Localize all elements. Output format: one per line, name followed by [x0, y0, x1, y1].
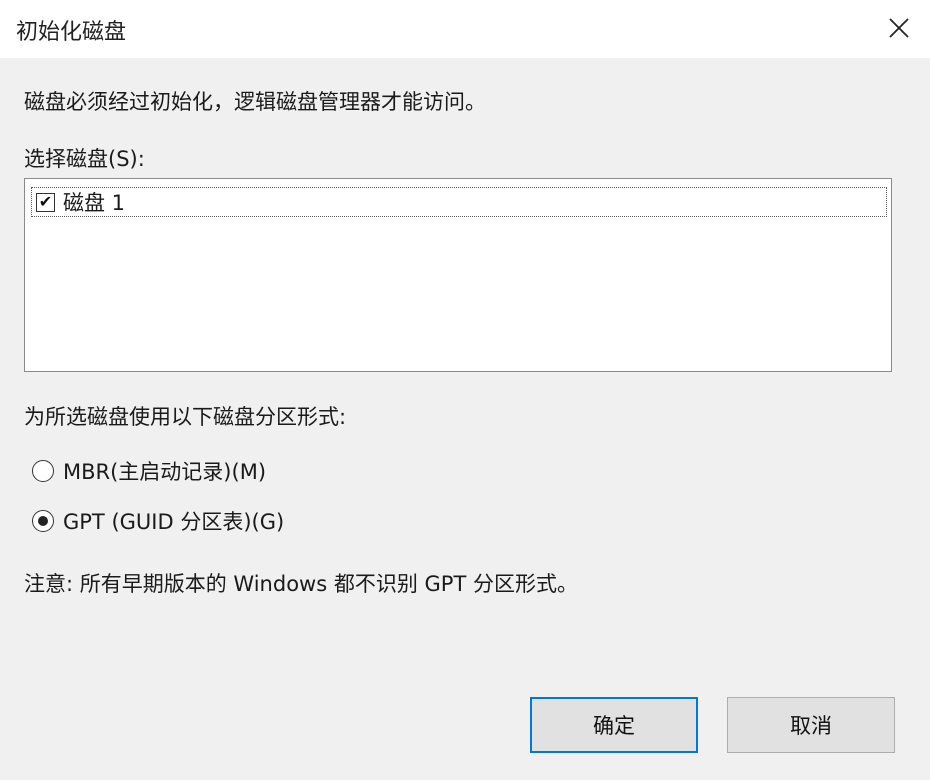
partition-style-label: 为所选磁盘使用以下磁盘分区形式: — [24, 405, 347, 429]
close-icon — [889, 18, 909, 38]
close-button[interactable] — [882, 11, 916, 45]
description-text: 磁盘必须经过初始化，逻辑磁盘管理器才能访问。 — [24, 90, 486, 114]
disk-listbox[interactable]: ✔ 磁盘 1 — [24, 178, 892, 372]
mbr-label: MBR(主启动记录)(M) — [63, 460, 267, 484]
window-title: 初始化磁盘 — [16, 20, 127, 45]
gpt-option[interactable]: GPT (GUID 分区表)(G) — [32, 506, 284, 536]
mbr-option[interactable]: MBR(主启动记录)(M) — [32, 456, 266, 486]
gpt-radio[interactable] — [32, 510, 54, 532]
select-disk-label: 选择磁盘(S): — [24, 147, 145, 171]
title-bar: 初始化磁盘 — [0, 0, 930, 58]
ok-button[interactable]: 确定 — [530, 697, 698, 753]
disk-1-checkbox[interactable]: ✔ — [36, 192, 55, 212]
note-text: 注意: 所有早期版本的 Windows 都不识别 GPT 分区形式。 — [24, 572, 578, 596]
mbr-radio[interactable] — [32, 460, 54, 482]
gpt-label: GPT (GUID 分区表)(G) — [63, 510, 285, 534]
list-item-disk-1[interactable]: ✔ 磁盘 1 — [31, 187, 887, 217]
cancel-button[interactable]: 取消 — [727, 697, 895, 753]
checkmark-icon: ✔ — [38, 192, 53, 211]
disk-1-label: 磁盘 1 — [63, 191, 126, 215]
